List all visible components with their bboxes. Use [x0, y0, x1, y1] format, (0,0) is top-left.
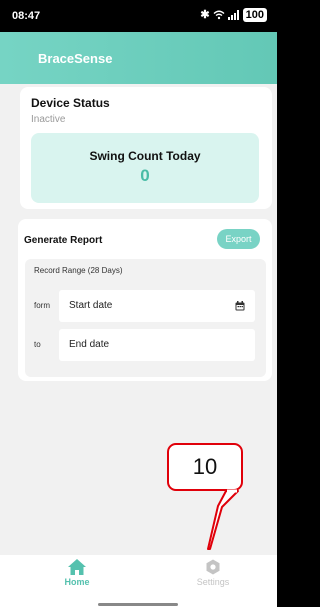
- status-time: 08:47: [12, 10, 41, 22]
- from-label: form: [34, 301, 50, 310]
- annotation-number: 10: [192, 454, 218, 479]
- report-title: Generate Report: [24, 235, 103, 246]
- status-bar: 08:47 ✱ 100: [0, 0, 277, 32]
- nav-settings-label: Settings: [196, 577, 230, 587]
- swing-count-value: 0: [140, 166, 150, 185]
- swing-count-label: Swing Count Today: [89, 149, 201, 163]
- nav-home-label: Home: [64, 577, 90, 587]
- bottom-navigation: Home Settings: [0, 555, 277, 607]
- to-label: to: [34, 340, 41, 349]
- home-icon: [68, 559, 86, 575]
- generate-report-card: Generate Report Export Record Range (28 …: [18, 219, 272, 381]
- device-state-text: Inactive: [31, 114, 66, 125]
- battery-icon: 100: [242, 8, 267, 22]
- signal-icon: [227, 10, 239, 20]
- start-date-field[interactable]: Start date: [59, 290, 255, 322]
- wifi-icon: [213, 10, 225, 20]
- nav-home[interactable]: Home: [42, 559, 112, 587]
- end-date-placeholder: End date: [69, 339, 110, 350]
- app-title: BraceSense: [38, 51, 113, 66]
- bluetooth-icon: ✱: [200, 9, 210, 21]
- annotation-callout: 10: [167, 443, 243, 491]
- end-date-field[interactable]: End date: [59, 329, 255, 361]
- app-screen: 08:47 ✱ 100 BraceSense Device Status Ina…: [0, 0, 277, 607]
- nav-settings[interactable]: Settings: [178, 559, 248, 587]
- export-button[interactable]: Export: [217, 229, 260, 249]
- app-header: BraceSense: [0, 32, 277, 84]
- swing-count-panel: Swing Count Today 0: [31, 133, 259, 203]
- device-status-card: Device Status Inactive Swing Count Today…: [20, 87, 272, 209]
- calendar-icon[interactable]: [235, 301, 245, 311]
- start-date-placeholder: Start date: [69, 300, 113, 311]
- record-range-label: Record Range (28 Days): [34, 266, 123, 275]
- home-indicator[interactable]: [98, 603, 178, 606]
- gear-icon: [206, 559, 220, 575]
- status-icons: ✱ 100: [200, 8, 267, 22]
- device-status-title: Device Status: [31, 96, 110, 110]
- record-range-panel: Record Range (28 Days) form Start date t…: [25, 259, 266, 377]
